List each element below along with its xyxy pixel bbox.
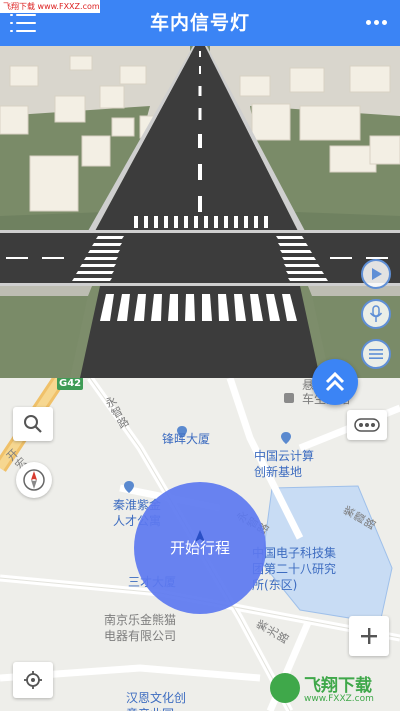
- poi-pin-icon: [124, 481, 134, 493]
- play-icon: [372, 268, 382, 280]
- plus-icon: [361, 628, 377, 644]
- zoom-in-button[interactable]: [349, 616, 389, 656]
- bus-stop-icon: [284, 393, 294, 403]
- locate-icon: [24, 671, 42, 689]
- intersection-3d-view: [0, 46, 400, 378]
- map-label-hanen: 汉恩文化创 意产业园: [126, 691, 187, 711]
- poi-dots-icon: [354, 418, 380, 432]
- watermark-brand: 飞翔下载: [304, 676, 372, 696]
- watermark-bottom: 飞翔下载 www.FXXZ.com: [270, 671, 398, 711]
- map-label-nanjing-lejin: 南京乐金熊猫 电器有限公司: [104, 613, 177, 643]
- compass-button[interactable]: [16, 462, 52, 498]
- road-badge: G42: [59, 378, 82, 389]
- map-label-cloud-computing: 中国云计算 创新基地: [254, 449, 315, 479]
- play-button[interactable]: [361, 259, 391, 289]
- locate-button[interactable]: [13, 662, 53, 698]
- list-icon: [369, 349, 383, 359]
- voice-button[interactable]: [361, 299, 391, 329]
- compass-icon: [23, 469, 45, 491]
- start-trip-label: 开始行程: [169, 539, 230, 557]
- watermark-top: 飞翔下载 www.FXXZ.com: [0, 0, 100, 13]
- watermark-site: www.FXXZ.com: [304, 694, 374, 704]
- poi-pin-icon: [281, 432, 291, 444]
- more-dots-icon[interactable]: [366, 14, 388, 30]
- watermark-logo: [270, 673, 300, 703]
- poi-button[interactable]: [347, 410, 387, 440]
- list-button[interactable]: [361, 339, 391, 369]
- double-chevron-up-icon: [325, 371, 345, 392]
- intersection-illustration: [0, 46, 400, 378]
- expand-button[interactable]: [312, 359, 358, 405]
- search-button[interactable]: [13, 407, 53, 441]
- map-label-fenghui: 锋晖大厦: [162, 432, 211, 446]
- microphone-icon: [369, 305, 383, 322]
- search-icon: [24, 415, 42, 433]
